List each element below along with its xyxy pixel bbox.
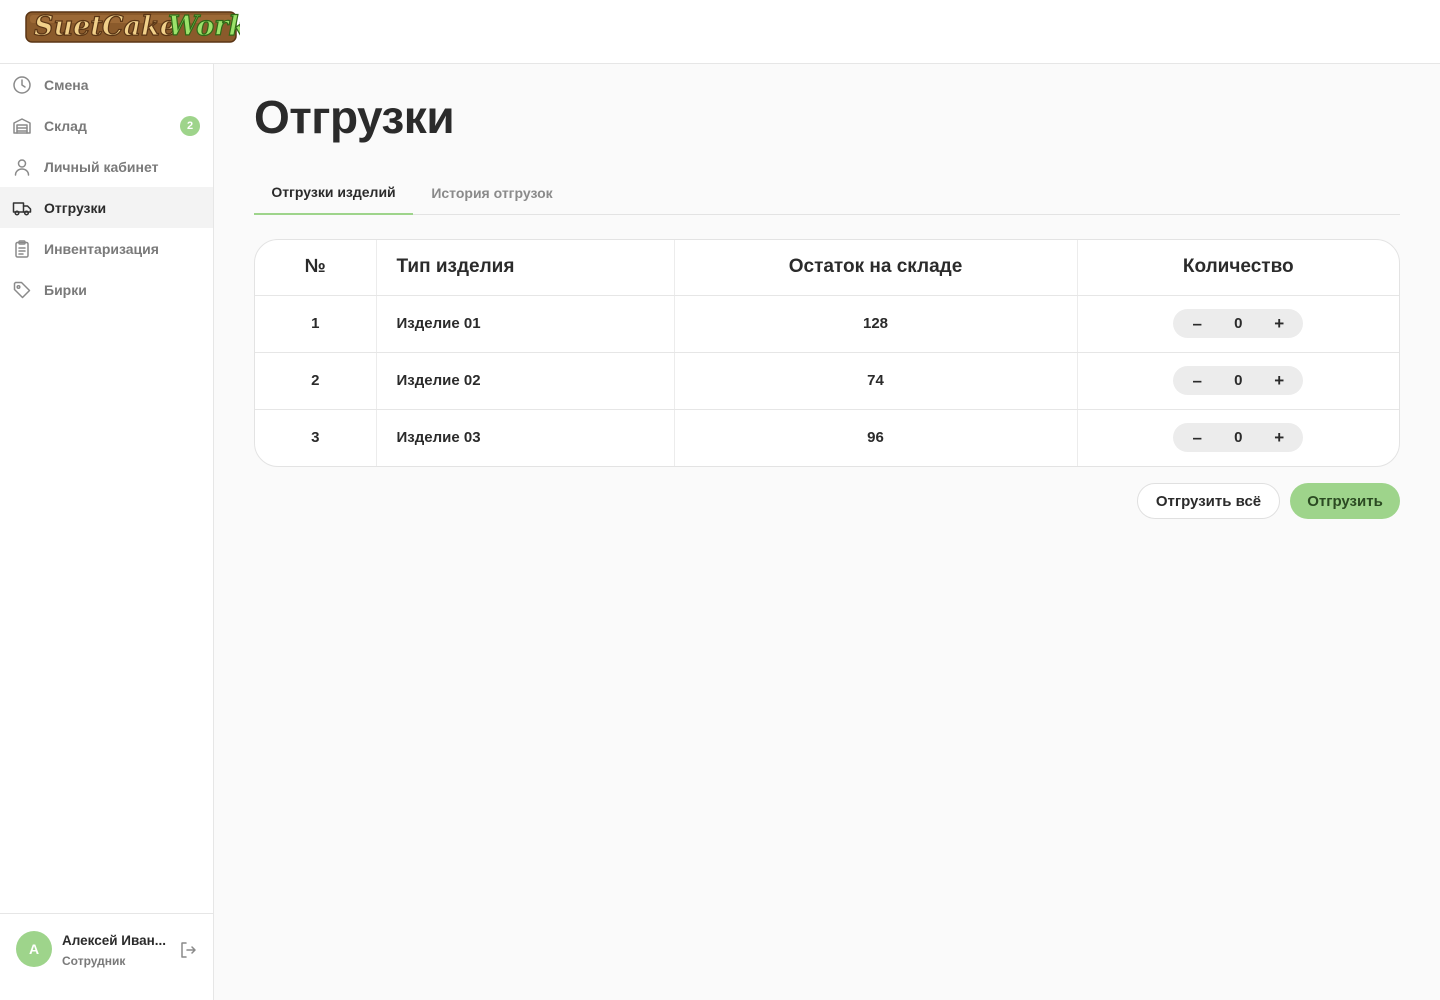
increment-button[interactable]: + [1269,371,1289,391]
quantity-cell: – 0 + [1077,409,1399,466]
user-panel: А Алексей Иван... Сотрудник [0,913,213,1000]
decrement-button[interactable]: – [1187,371,1207,391]
sidebar-item-shift[interactable]: Смена [0,64,213,105]
logout-button[interactable] [178,940,198,960]
quantity-value[interactable]: 0 [1234,372,1242,389]
column-header-number: № [255,240,377,296]
sidebar-item-label: Личный кабинет [44,158,159,175]
quantity-stepper: – 0 + [1173,423,1304,453]
svg-text:Suet: Suet [34,11,103,42]
svg-text:Cake: Cake [102,11,177,42]
clipboard-icon [12,239,32,259]
table-row: 1 Изделие 01 128 – 0 + [255,295,1399,353]
warehouse-icon [12,116,32,136]
column-header-stock: Остаток на складе [674,240,1078,296]
sidebar-item-shipments[interactable]: Отгрузки [0,187,213,228]
quantity-value[interactable]: 0 [1234,315,1242,332]
ship-all-button[interactable]: Отгрузить всё [1137,483,1280,519]
stock-value: 96 [674,409,1078,466]
decrement-button[interactable]: – [1187,428,1207,448]
avatar[interactable]: А [16,931,52,967]
sidebar-item-label: Инвентаризация [44,240,159,257]
sidebar-item-inventory[interactable]: Инвентаризация [0,228,213,269]
tag-icon [12,280,32,300]
sidebar-item-label: Отгрузки [44,199,107,216]
row-number: 3 [255,409,377,466]
stock-value: 128 [674,295,1078,353]
truck-icon [12,198,32,218]
column-header-quantity: Количество [1077,240,1399,296]
ship-button[interactable]: Отгрузить [1290,483,1400,519]
row-number: 2 [255,352,377,410]
decrement-button[interactable]: – [1187,314,1207,334]
suetcakework-logo[interactable]: Suet Cake Work [22,4,248,48]
shipments-table: № Тип изделия Остаток на складе Количест… [254,239,1400,467]
table-row: 3 Изделие 03 96 – 0 + [255,409,1399,466]
notification-badge: 2 [180,116,200,136]
column-header-type: Тип изделия [376,240,675,296]
sidebar-item-account[interactable]: Личный кабинет [0,146,213,187]
quantity-stepper: – 0 + [1173,309,1304,338]
page-title: Отгрузки [254,91,455,143]
quantity-cell: – 0 + [1077,295,1399,353]
quantity-stepper: – 0 + [1173,366,1304,395]
tab-bar: Отгрузки изделий История отгрузок [254,170,1400,215]
svg-text:Work: Work [168,11,240,42]
sidebar-item-label: Склад [44,117,87,134]
sidebar-item-label: Смена [44,76,89,93]
quantity-cell: – 0 + [1077,352,1399,410]
increment-button[interactable]: + [1269,428,1289,448]
sidebar-item-tags[interactable]: Бирки [0,269,213,310]
user-icon [12,157,32,177]
increment-button[interactable]: + [1269,314,1289,334]
product-type: Изделие 01 [376,295,675,353]
table-header-row: № Тип изделия Остаток на складе Количест… [255,240,1399,296]
tab-shipment-history[interactable]: История отгрузок [413,170,571,215]
product-type: Изделие 02 [376,352,675,410]
sidebar-item-label: Бирки [44,281,87,298]
row-number: 1 [255,295,377,353]
quantity-value[interactable]: 0 [1234,429,1242,446]
product-type: Изделие 03 [376,409,675,466]
sidebar-item-warehouse[interactable]: Склад 2 [0,105,213,146]
clock-icon [12,75,32,95]
tab-product-shipments[interactable]: Отгрузки изделий [254,170,413,215]
sidebar: Смена Склад 2 Личный кабинет Отгрузки Ин… [0,64,214,1000]
app-header: Suet Cake Work [0,0,1440,64]
logout-icon [181,942,196,958]
table-row: 2 Изделие 02 74 – 0 + [255,352,1399,410]
stock-value: 74 [674,352,1078,410]
user-name: Алексей Иван... [62,933,167,948]
user-role: Сотрудник [62,954,126,968]
